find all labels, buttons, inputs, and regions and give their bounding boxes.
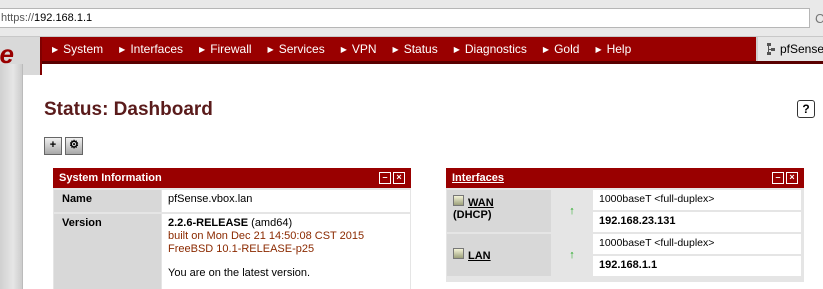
close-icon[interactable]: ×	[393, 172, 405, 184]
version-value: 2.2.6-RELEASE (amd64) built on Mon Dec 2…	[162, 214, 410, 289]
interfaces-table: WAN (DHCP) ↑ 1000baseT <full-duplex> 192…	[447, 190, 801, 276]
caret-right-icon: ▶	[52, 45, 59, 54]
nav-label: Firewall	[210, 42, 252, 56]
interface-ip: 192.168.23.131	[593, 211, 801, 232]
caret-right-icon: ▶	[392, 45, 399, 54]
brand-name: pfSense	[780, 42, 823, 56]
table-row: LAN ↑ 1000baseT <full-duplex>	[447, 234, 801, 276]
system-information-widget: System Information – × Name pfSense.vbox…	[53, 168, 411, 289]
interface-ip: 192.168.1.1	[593, 255, 801, 276]
version-number: 2.2.6-RELEASE	[168, 217, 249, 229]
add-widget-icon[interactable]: +	[44, 137, 62, 155]
nav-item-services[interactable]: ▶ Services	[268, 37, 325, 61]
address-bar[interactable]: https://192.168.1.1	[0, 8, 810, 28]
caret-right-icon: ▶	[119, 45, 126, 54]
reload-icon[interactable]: C	[815, 11, 823, 26]
nav-item-system[interactable]: ▶ System	[52, 37, 103, 61]
left-rail	[0, 64, 23, 289]
nav-label: VPN	[351, 42, 377, 56]
nav-item-status[interactable]: ▶ Status	[393, 37, 438, 61]
version-arch: (amd64)	[251, 217, 293, 229]
interface-link-lan[interactable]: LAN	[468, 250, 491, 262]
interface-media: 1000baseT <full-duplex>	[593, 234, 801, 256]
interface-name-cell: WAN (DHCP)	[447, 190, 551, 232]
nav-label: Help	[606, 42, 632, 56]
nav-label: Status	[403, 42, 438, 56]
widget-header: Interfaces – ×	[446, 168, 804, 188]
status-up-icon: ↑	[551, 234, 593, 276]
status-up-icon: ↑	[551, 190, 593, 232]
caret-right-icon: ▶	[340, 45, 347, 54]
minimize-icon[interactable]: –	[379, 172, 391, 184]
interfaces-widget: Interfaces – × WAN (DHCP) ↑ 1000baseT <f…	[446, 168, 804, 282]
nav-item-gold[interactable]: ▶ Gold	[543, 37, 580, 61]
table-row: WAN (DHCP) ↑ 1000baseT <full-duplex>	[447, 190, 801, 232]
network-port-icon	[453, 195, 464, 206]
nav-label: System	[63, 42, 104, 56]
page-title: Status: Dashboard	[44, 99, 213, 120]
nav-item-help[interactable]: ▶ Help	[595, 37, 631, 61]
update-status: You are on the latest version.	[168, 267, 311, 279]
close-icon[interactable]: ×	[786, 172, 798, 184]
settings-icon[interactable]: ⚙	[65, 137, 83, 155]
widget-title-link[interactable]: Interfaces	[452, 172, 504, 184]
brand-badge[interactable]: pfSense	[756, 37, 823, 61]
network-port-icon	[453, 248, 464, 259]
nav-item-firewall[interactable]: ▶ Firewall	[199, 37, 252, 61]
version-label: Version	[54, 214, 161, 289]
caret-right-icon: ▶	[199, 45, 206, 54]
caret-right-icon: ▶	[453, 45, 460, 54]
version-line: 2.2.6-RELEASE (amd64)	[168, 217, 410, 230]
minimize-icon[interactable]: –	[772, 172, 784, 184]
nav-label: Gold	[554, 42, 580, 56]
interface-media: 1000baseT <full-duplex>	[593, 190, 801, 212]
widget-title: System Information	[59, 172, 162, 184]
browser-toolbar: https://192.168.1.1 C	[0, 0, 823, 37]
nav-label: Services	[278, 42, 325, 56]
nav-item-diagnostics[interactable]: ▶ Diagnostics	[454, 37, 527, 61]
interface-type: (DHCP)	[453, 209, 492, 221]
address-host: 192.168.1.1	[34, 12, 93, 24]
caret-right-icon: ▶	[267, 45, 274, 54]
nav-label: Interfaces	[130, 42, 184, 56]
nav-menu: ▶ System ▶ Interfaces ▶ Firewall ▶ Services …	[52, 37, 647, 61]
table-row: Name pfSense.vbox.lan	[54, 190, 410, 212]
interface-link-wan[interactable]: WAN	[468, 197, 494, 209]
widget-header: System Information – ×	[53, 168, 411, 188]
name-value: pfSense.vbox.lan	[162, 190, 410, 212]
freebsd-version: FreeBSD 10.1-RELEASE-p25	[168, 243, 315, 255]
build-date: built on Mon Dec 21 14:50:08 CST 2015	[168, 230, 365, 242]
name-label: Name	[54, 190, 161, 212]
caret-right-icon: ▶	[595, 45, 602, 54]
table-row: Version 2.2.6-RELEASE (amd64) built on M…	[54, 214, 410, 289]
interface-name-cell: LAN	[447, 234, 551, 276]
system-info-table: Name pfSense.vbox.lan Version 2.2.6-RELE…	[54, 190, 410, 289]
network-icon	[767, 43, 775, 55]
nav-label: Diagnostics	[464, 42, 527, 56]
nav-item-vpn[interactable]: ▶ VPN	[341, 37, 377, 61]
address-scheme: https://	[1, 12, 35, 24]
nav-item-interfaces[interactable]: ▶ Interfaces	[119, 37, 183, 61]
help-icon[interactable]: ?	[797, 100, 815, 118]
caret-right-icon: ▶	[542, 45, 550, 54]
